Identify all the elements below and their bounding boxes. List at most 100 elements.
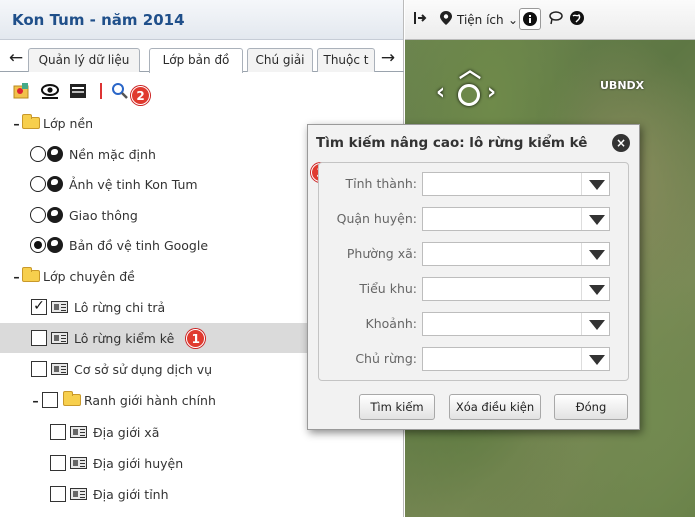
group-label: Lớp chuyên đề [43, 268, 135, 284]
field-label: Phường xã: [346, 246, 417, 261]
map-toolbar: Tiện ích ⌄ [405, 0, 695, 40]
checkbox[interactable] [50, 424, 66, 440]
dropdown-arrow-icon[interactable] [581, 208, 609, 230]
dropdown-arrow-icon[interactable] [581, 243, 609, 265]
dialog-title: Tìm kiếm nâng cao: lô rừng kiểm kê [316, 135, 588, 151]
field-label: Chủ rừng: [355, 351, 417, 366]
field-subzone: Tiểu khu: [319, 277, 630, 301]
field-district: Quận huyện: [319, 207, 630, 231]
radio-button[interactable] [30, 146, 46, 162]
utilities-menu[interactable]: Tiện ích [457, 13, 504, 27]
tab-map-layers[interactable]: Lớp bản đồ [149, 48, 243, 73]
layer-label: Nền mặc định [69, 146, 156, 162]
layer-label: Bản đồ vệ tinh Google [69, 237, 209, 253]
layer-label: Giao thông [69, 207, 138, 223]
dropdown-arrow-icon[interactable] [581, 348, 609, 370]
layer-label: Địa giới huyện [93, 455, 184, 471]
field-label: Khoảnh: [365, 316, 417, 331]
radio-button[interactable] [30, 176, 46, 192]
tab-bar: ← Quản lý dữ liệu Lớp bản đồ Chú giải Th… [0, 46, 404, 73]
ward-select[interactable] [422, 242, 610, 266]
globe-settings-icon[interactable] [569, 10, 585, 30]
globe-icon [47, 146, 63, 162]
field-label: Tỉnh thành: [345, 176, 417, 191]
pan-right-icon[interactable]: › [487, 80, 496, 105]
step-badge-2: 2 [131, 86, 150, 105]
layer-icon [70, 426, 87, 438]
district-select[interactable] [422, 207, 610, 231]
field-label: Quận huyện: [336, 211, 417, 226]
field-province: Tỉnh thành: [319, 172, 630, 196]
group-label: Lớp nền [43, 115, 94, 131]
layer-label: Ảnh vệ tinh Kon Tum [69, 176, 198, 192]
dropdown-arrow-icon[interactable] [581, 313, 609, 335]
checkbox[interactable] [50, 455, 66, 471]
plot-select[interactable] [422, 312, 610, 336]
tab-prev-icon[interactable]: ← [6, 49, 26, 69]
forest-owner-select[interactable] [422, 347, 610, 371]
globe-icon [47, 237, 63, 253]
folder-icon [22, 267, 40, 282]
checkbox-checked[interactable]: ✓ [31, 299, 47, 315]
dropdown-arrow-icon[interactable] [581, 278, 609, 300]
collapse-icon[interactable]: – [31, 393, 40, 408]
admin-layer-district[interactable]: Địa giới huyện [0, 448, 404, 478]
radio-button-selected[interactable] [30, 237, 46, 253]
clear-conditions-button[interactable]: Xóa điều kiện [449, 394, 541, 420]
field-ward: Phường xã: [319, 242, 630, 266]
globe-icon [47, 207, 63, 223]
globe-icon [47, 176, 63, 192]
step-badge-1: 1 [186, 328, 206, 348]
lasso-icon[interactable] [548, 10, 564, 30]
toolbar-divider [100, 83, 102, 99]
dropdown-arrow-icon[interactable] [581, 173, 609, 195]
layer-icon [51, 301, 68, 313]
search-button[interactable]: Tìm kiếm [359, 394, 435, 420]
pan-center-icon[interactable] [458, 84, 480, 106]
advanced-search-dialog: Tìm kiếm nâng cao: lô rừng kiểm kê × 3 T… [307, 124, 640, 430]
province-select[interactable] [422, 172, 610, 196]
collapse-panel-icon[interactable] [413, 10, 429, 30]
tab-legend[interactable]: Chú giải [247, 48, 313, 72]
subzone-select[interactable] [422, 277, 610, 301]
close-button[interactable]: Đóng [554, 394, 628, 420]
app-title: Kon Tum - năm 2014 [0, 0, 403, 40]
tab-attributes[interactable]: Thuộc t [317, 48, 375, 72]
checkbox[interactable] [50, 486, 66, 502]
field-label: Tiểu khu: [359, 281, 417, 296]
field-forest-owner: Chủ rừng: [319, 347, 630, 371]
folder-icon [63, 391, 81, 406]
layer-label: Địa giới xã [93, 424, 160, 440]
layer-icon [70, 457, 87, 469]
tab-next-icon[interactable]: → [378, 49, 398, 69]
field-plot: Khoảnh: [319, 312, 630, 336]
utilities-dropdown-icon[interactable]: ⌄ [508, 13, 518, 27]
layer-icon [51, 332, 68, 344]
pan-up-icon[interactable]: ︿ [459, 52, 481, 84]
layer-label: Cơ sở sử dụng dịch vụ [74, 361, 213, 377]
folder-icon [22, 114, 40, 129]
group-label: Ranh giới hành chính [84, 392, 216, 408]
checkbox[interactable] [31, 330, 47, 346]
close-icon[interactable]: × [612, 134, 630, 152]
table-icon[interactable] [68, 81, 88, 101]
checkbox[interactable] [31, 361, 47, 377]
collapse-icon[interactable]: – [12, 116, 21, 131]
dialog-header: Tìm kiếm nâng cao: lô rừng kiểm kê × [308, 125, 639, 161]
radio-button[interactable] [30, 207, 46, 223]
layer-label: Địa giới tỉnh [93, 486, 169, 502]
visibility-icon[interactable] [40, 81, 60, 101]
map-label: UBNDX [600, 79, 645, 92]
info-button[interactable] [519, 8, 541, 30]
checkbox[interactable] [42, 392, 58, 408]
search-icon[interactable] [110, 81, 130, 101]
admin-layer-province[interactable]: Địa giới tỉnh [0, 479, 404, 509]
search-form: Tỉnh thành: Quận huyện: Phường xã: Tiểu … [318, 162, 629, 381]
add-layer-icon[interactable] [12, 81, 32, 101]
pan-left-icon[interactable]: ‹ [436, 80, 445, 105]
layer-label: Lô rừng kiểm kê [74, 330, 175, 346]
map-pin-icon [439, 10, 453, 30]
tab-data-management[interactable]: Quản lý dữ liệu [28, 48, 140, 72]
collapse-icon[interactable]: – [12, 269, 21, 284]
layer-icon [51, 363, 68, 375]
